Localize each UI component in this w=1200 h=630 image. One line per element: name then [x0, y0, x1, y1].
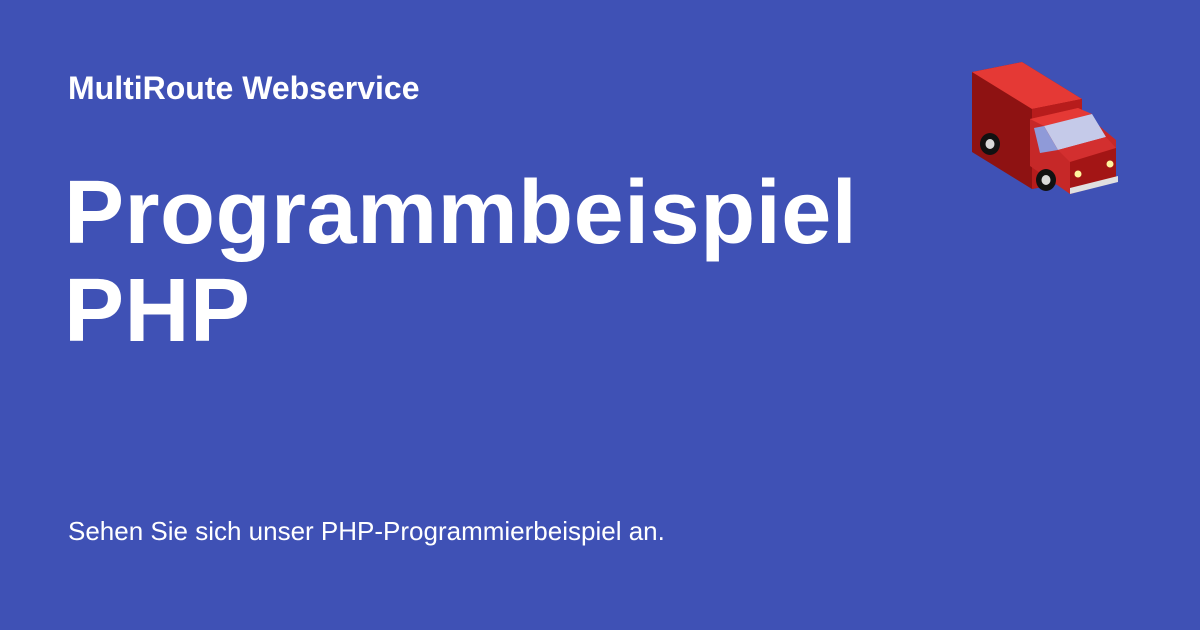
social-preview-card: MultiRoute Webservice Programmbeispiel P…	[0, 0, 1200, 630]
page-description: Sehen Sie sich unser PHP-Programmierbeis…	[68, 516, 665, 546]
delivery-truck-icon	[972, 62, 1118, 194]
page-title-line-2: PHP	[64, 261, 251, 361]
page-title-line-1: Programmbeispiel	[64, 163, 858, 263]
brand-name: MultiRoute Webservice	[68, 70, 420, 106]
page-title: Programmbeispiel PHP	[64, 164, 944, 360]
